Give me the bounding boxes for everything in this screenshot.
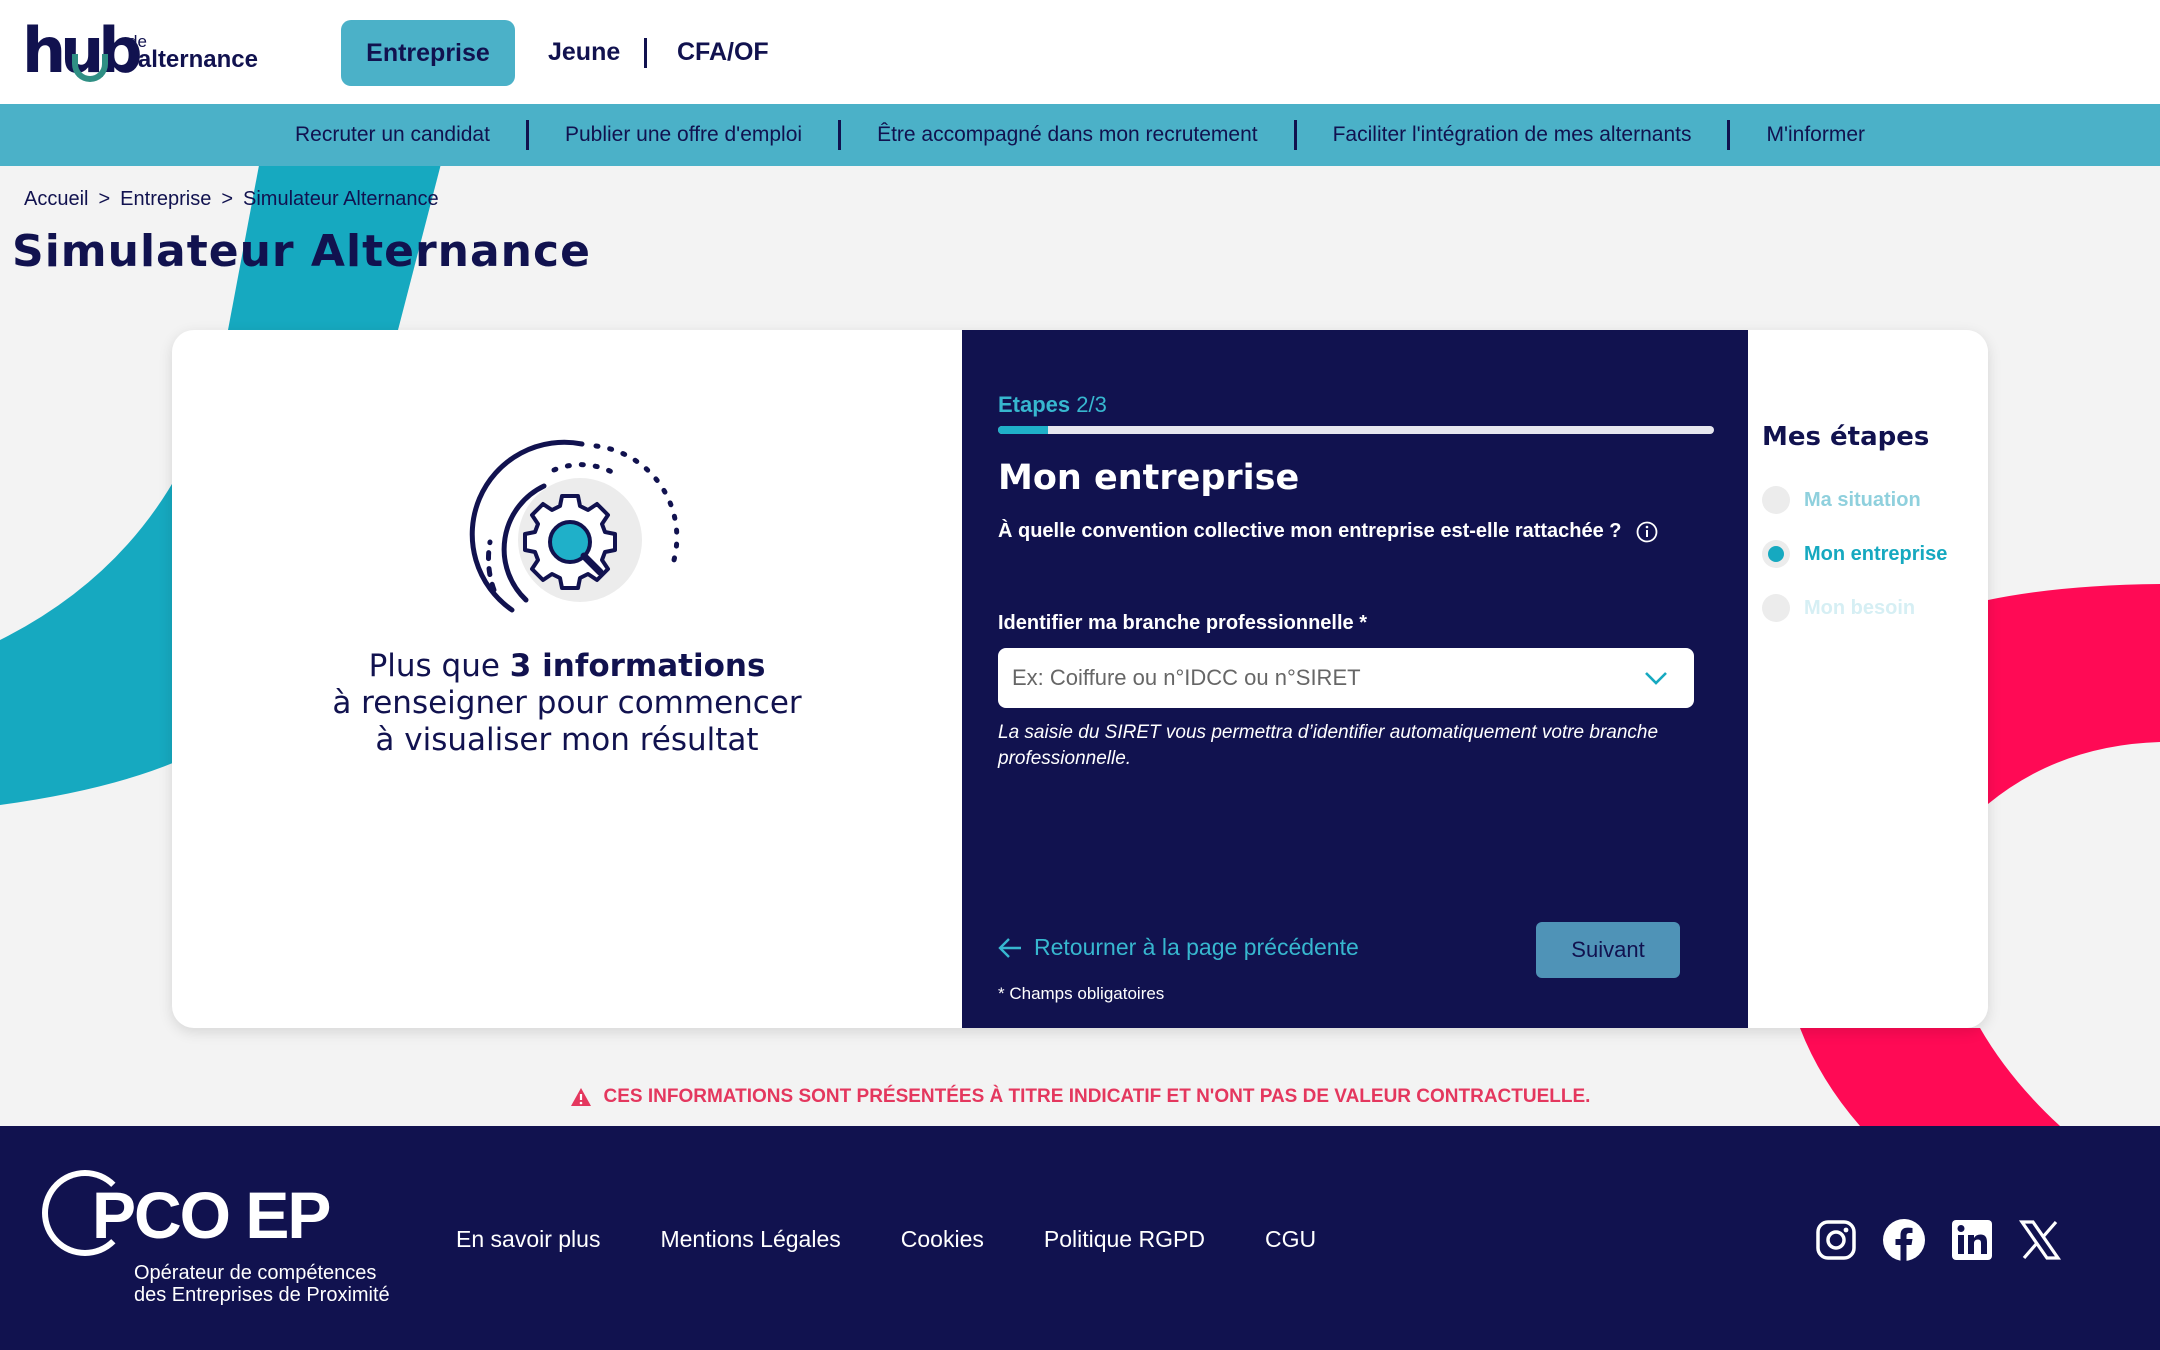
chevron-down-icon[interactable] (1644, 671, 1668, 685)
steps-title: Mes étapes (1762, 422, 1930, 452)
info-icon[interactable] (1636, 521, 1658, 543)
nav-recruter-candidat[interactable]: Recruter un candidat (259, 123, 526, 147)
branch-field-label: Identifier ma branche professionnelle * (998, 612, 1367, 634)
form-title: Mon entreprise (998, 458, 1300, 498)
tab-entreprise[interactable]: Entreprise (341, 20, 515, 86)
progress-fill (998, 426, 1049, 434)
phone-icon[interactable] (1824, 36, 1860, 72)
instagram-icon[interactable] (1814, 1218, 1858, 1262)
tab-divider (644, 38, 647, 68)
step-dot (1762, 594, 1790, 622)
disclaimer: CES INFORMATIONS SONT PRÉSENTÉES À TITRE… (0, 1086, 2160, 1108)
next-button[interactable]: Suivant (1536, 922, 1680, 978)
arrow-left-icon (998, 937, 1021, 958)
intro-text: Plus que 3 informations à renseigner pou… (172, 648, 962, 759)
breadcrumb-accueil[interactable]: Accueil (24, 188, 88, 211)
footer-link-cookies[interactable]: Cookies (901, 1226, 984, 1253)
nav-accompagne-recrutement[interactable]: Être accompagné dans mon recrutement (841, 123, 1294, 147)
warning-icon (570, 1088, 591, 1106)
tab-cfa-of[interactable]: CFA/OF (677, 38, 769, 67)
breadcrumb-current: Simulateur Alternance (243, 188, 439, 210)
footer: PCO EP Opérateur de compétences des Entr… (0, 1126, 2160, 1350)
simulator-card: Plus que 3 informations à renseigner pou… (172, 330, 1988, 1028)
intro-prefix: Plus que (368, 648, 510, 684)
branch-select[interactable]: Ex: Coiffure ou n°IDCC ou n°SIRET (998, 648, 1694, 708)
linkedin-icon[interactable] (1950, 1218, 1994, 1262)
tab-jeune[interactable]: Jeune (548, 38, 620, 67)
social-links (1814, 1218, 2062, 1262)
logo-alternance: l'alternance (128, 46, 258, 73)
steps-sidebar: Mes étapes Ma situation Mon entreprise M… (1748, 330, 1988, 1028)
page-title: Simulateur Alternance (12, 226, 591, 277)
siret-hint: La saisie du SIRET vous permettra d’iden… (998, 722, 1659, 769)
step-dot (1762, 486, 1790, 514)
nav-publier-offre[interactable]: Publier une offre d'emploi (529, 123, 838, 147)
footer-link-en-savoir-plus[interactable]: En savoir plus (456, 1226, 600, 1253)
footer-logo-text: PCO EP (42, 1170, 331, 1256)
footer-opco-logo[interactable]: PCO EP Opérateur de compétences des Entr… (42, 1170, 402, 1320)
back-link-label: Retourner à la page précédente (1034, 934, 1359, 960)
step-ma-situation[interactable]: Ma situation (1762, 486, 1921, 514)
hub-alternance-logo[interactable]: hub de l'alternance (22, 14, 272, 90)
steps-indicator: Etapes 2/3 (998, 392, 1107, 417)
form-question: À quelle convention collective mon entre… (998, 520, 1658, 543)
intro-bold: 3 informations (509, 648, 766, 684)
breadcrumb-entreprise[interactable]: Entreprise (120, 188, 211, 211)
breadcrumb-separator: > (221, 188, 234, 210)
branch-select-placeholder: Ex: Coiffure ou n°IDCC ou n°SIRET (1012, 665, 1361, 690)
opco-ep-logo[interactable]: PCO EP (1976, 30, 2103, 63)
footer-link-mentions-legales[interactable]: Mentions Légales (660, 1226, 840, 1253)
footer-link-rgpd[interactable]: Politique RGPD (1044, 1226, 1205, 1253)
disclaimer-text: CES INFORMATIONS SONT PRÉSENTÉES À TITRE… (603, 1086, 1591, 1107)
required-fields-note: * Champs obligatoires (998, 984, 1165, 1003)
progress-bar (998, 426, 1714, 434)
intro-line-3: à visualiser mon résultat (375, 722, 759, 758)
nav-m-informer[interactable]: M'informer (1730, 123, 1901, 147)
step-mon-besoin: Mon besoin (1762, 594, 1915, 622)
footer-tagline: Opérateur de compétences des Entreprises… (134, 1262, 390, 1306)
nav-faciliter-integration[interactable]: Faciliter l'intégration de mes alternant… (1297, 123, 1728, 147)
secondary-nav: Recruter un candidat Publier une offre d… (0, 104, 2160, 166)
facebook-icon[interactable] (1882, 1218, 1926, 1262)
footer-link-cgu[interactable]: CGU (1265, 1226, 1316, 1253)
intro-line-2: à renseigner pour commencer (332, 685, 802, 721)
step-dot-active (1762, 540, 1790, 568)
gear-search-illustration (469, 439, 680, 613)
breadcrumb-separator: > (98, 188, 111, 210)
step-mon-entreprise[interactable]: Mon entreprise (1762, 540, 1947, 568)
intro-panel: Plus que 3 informations à renseigner pou… (172, 330, 962, 1028)
back-link[interactable]: Retourner à la page précédente (998, 934, 1359, 961)
user-account-icon[interactable] (1900, 36, 1934, 72)
question-text: À quelle convention collective mon entre… (998, 520, 1622, 542)
form-panel: Etapes 2/3 Mon entreprise À quelle conve… (962, 330, 1748, 1028)
breadcrumb: Accueil > Entreprise > Simulateur Altern… (24, 188, 439, 211)
footer-links: En savoir plus Mentions Légales Cookies … (456, 1226, 1316, 1253)
x-icon[interactable] (2018, 1218, 2062, 1262)
utility-divider (1879, 40, 1882, 70)
